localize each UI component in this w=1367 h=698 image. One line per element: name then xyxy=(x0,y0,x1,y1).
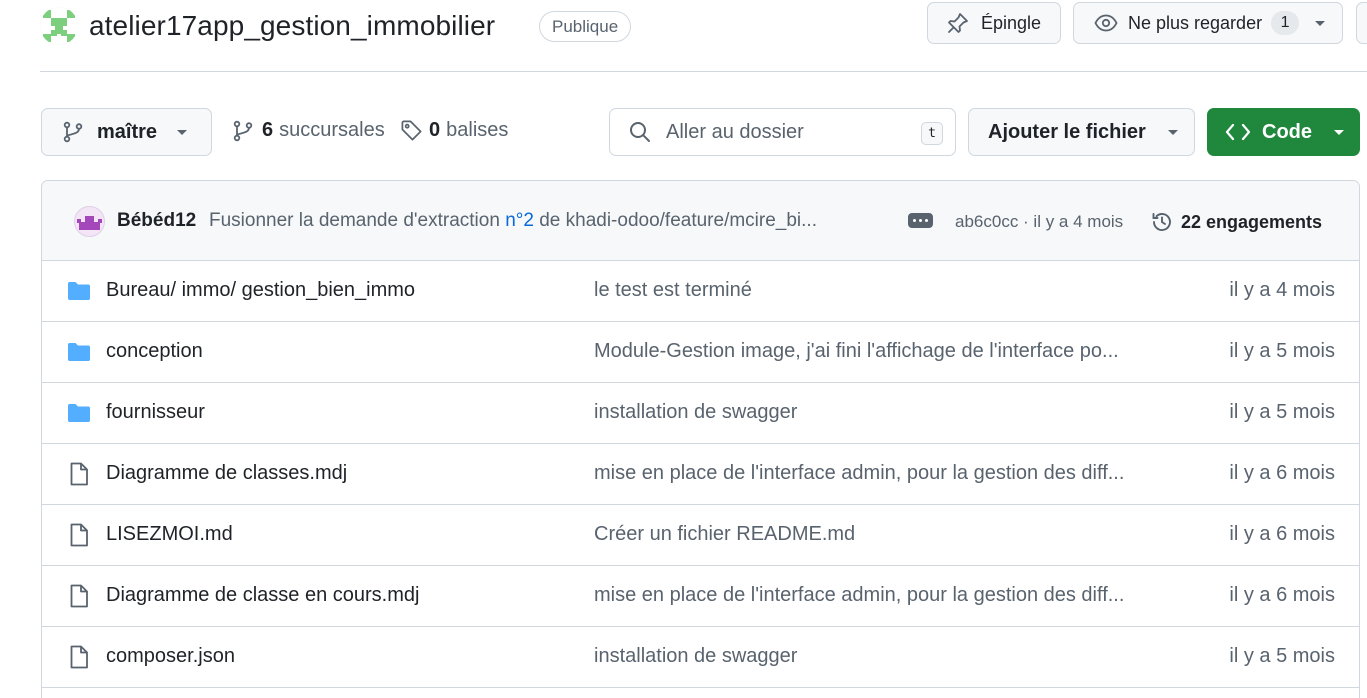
tag-icon xyxy=(400,119,423,142)
file-icon xyxy=(66,522,92,548)
history-icon xyxy=(1150,210,1174,234)
file-commit-message-link[interactable]: mise en place de l'interface admin, pour… xyxy=(594,462,1154,485)
file-commit-age: il y a 5 mois xyxy=(1229,401,1335,423)
branch-icon xyxy=(232,120,254,142)
file-name-link[interactable]: LISEZMOI.md xyxy=(106,523,233,546)
chevron-down-icon xyxy=(1332,125,1346,139)
expand-commit-message-icon[interactable] xyxy=(908,213,933,228)
file-commit-message-link[interactable]: mise en place de l'interface admin, pour… xyxy=(594,584,1154,607)
file-row[interactable]: conception Module-Gestion image, j'ai fin… xyxy=(42,322,1359,383)
pin-label: Épingle xyxy=(981,12,1042,33)
visibility-badge: Publique xyxy=(539,11,632,42)
branch-selector[interactable]: maître xyxy=(41,108,212,156)
pull-request-link[interactable]: n°2 xyxy=(505,210,534,231)
latest-commit-bar: Bébéd12 Fusionner la demande d'extractio… xyxy=(42,181,1359,261)
chevron-down-icon xyxy=(1166,125,1180,139)
add-file-label: Ajouter le fichier xyxy=(988,120,1146,143)
file-commit-age: il y a 6 mois xyxy=(1229,584,1335,606)
add-file-button[interactable]: Ajouter le fichier xyxy=(968,108,1195,156)
code-icon xyxy=(1225,121,1251,143)
file-row[interactable]: Diagramme de classe en cours.mdj mise en … xyxy=(42,566,1359,627)
file-row[interactable]: Bureau/ immo/ gestion_bien_immo le test e… xyxy=(42,261,1359,322)
file-name-link[interactable]: Bureau/ immo/ gestion_bien_immo xyxy=(106,279,415,302)
folder-icon xyxy=(66,278,92,304)
pin-button[interactable]: Épingle xyxy=(927,2,1061,44)
commit-author[interactable]: Bébéd12 xyxy=(117,210,196,232)
branch-icon xyxy=(62,121,84,143)
eye-icon xyxy=(1094,11,1118,35)
file-commit-age: il y a 5 mois xyxy=(1229,645,1335,667)
folder-icon xyxy=(66,400,92,426)
repo-owner-avatar[interactable] xyxy=(40,7,78,45)
file-row[interactable]: composer.json installation de swagger il y… xyxy=(42,627,1359,688)
code-button[interactable]: Code xyxy=(1207,108,1360,156)
tags-count: 0 xyxy=(429,119,441,141)
commit-sha-age[interactable]: ab6c0cc · il y a 4 mois xyxy=(955,212,1123,232)
go-to-file-input[interactable]: Aller au dossier t xyxy=(609,108,956,156)
unwatch-button[interactable]: Ne plus regarder 1 xyxy=(1073,2,1343,44)
pin-icon xyxy=(946,11,970,35)
branch-name: maître xyxy=(97,120,158,143)
file-commit-message-link[interactable]: installation de swagger xyxy=(594,401,1154,424)
search-placeholder: Aller au dossier xyxy=(666,120,804,143)
commit-author-avatar[interactable] xyxy=(74,206,105,237)
star-button[interactable] xyxy=(1356,2,1367,44)
file-icon xyxy=(66,461,92,487)
tags-label: balises xyxy=(446,119,509,141)
commit-message-prefix: Fusionner la demande d'extraction xyxy=(209,210,506,231)
branches-count: 6 xyxy=(262,119,274,141)
file-commit-message-link[interactable]: Module-Gestion image, j'ai fini l'affich… xyxy=(594,340,1154,363)
file-name-link[interactable]: Diagramme de classes.mdj xyxy=(106,462,347,485)
file-name-link[interactable]: Diagramme de classe en cours.mdj xyxy=(106,584,419,607)
file-commit-age: il y a 5 mois xyxy=(1229,340,1335,362)
file-row[interactable]: LISEZMOI.md Créer un fichier README.md il … xyxy=(42,505,1359,566)
keyboard-shortcut-hint: t xyxy=(921,122,943,145)
file-name-link[interactable]: composer.json xyxy=(106,645,235,668)
commit-message[interactable]: Fusionner la demande d'extraction n°2 de… xyxy=(209,210,889,232)
file-table: Bébéd12 Fusionner la demande d'extractio… xyxy=(41,180,1360,698)
file-name-link[interactable]: conception xyxy=(106,340,203,363)
file-icon xyxy=(66,583,92,609)
chevron-down-icon xyxy=(175,125,189,139)
file-commit-age: il y a 4 mois xyxy=(1229,279,1335,301)
branches-label: succursales xyxy=(279,119,385,141)
file-row[interactable]: fournisseur installation de swagger il y a… xyxy=(42,383,1359,444)
file-commit-message-link[interactable]: le test est terminé xyxy=(594,279,1154,302)
tags-link[interactable]: 0 balises xyxy=(400,119,508,142)
file-commit-age: il y a 6 mois xyxy=(1229,523,1335,545)
file-icon xyxy=(66,644,92,670)
chevron-down-icon[interactable] xyxy=(1313,16,1327,30)
code-label: Code xyxy=(1262,120,1312,143)
file-commit-age: il y a 6 mois xyxy=(1229,462,1335,484)
watch-label: Ne plus regarder xyxy=(1128,12,1263,33)
watch-count: 1 xyxy=(1271,11,1300,35)
commits-count: 22 engagements xyxy=(1181,211,1323,232)
file-commit-message-link[interactable]: installation de swagger xyxy=(594,645,1154,668)
commits-history-link[interactable]: 22 engagements xyxy=(1150,210,1322,234)
folder-icon xyxy=(66,339,92,365)
file-name-link[interactable]: fournisseur xyxy=(106,401,205,424)
file-row[interactable]: Diagramme de classes.mdj mise en place de… xyxy=(42,444,1359,505)
header-divider xyxy=(40,71,1367,72)
branches-link[interactable]: 6 succursales xyxy=(232,119,385,142)
file-commit-message-link[interactable]: Créer un fichier README.md xyxy=(594,523,1154,546)
commit-message-suffix: de khadi-odoo/feature/mcire_bi... xyxy=(533,210,817,231)
search-icon xyxy=(628,120,652,144)
file-list: Bureau/ immo/ gestion_bien_immo le test e… xyxy=(42,261,1359,688)
repo-name[interactable]: atelier17app_gestion_immobilier xyxy=(89,6,495,46)
